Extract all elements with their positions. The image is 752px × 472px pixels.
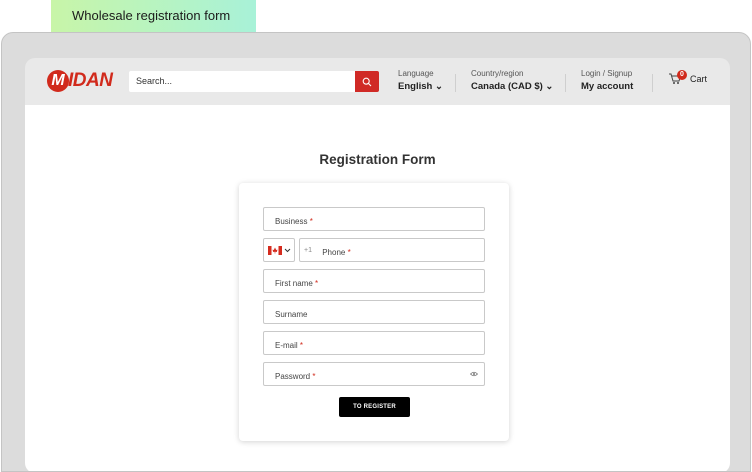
divider [565, 74, 566, 92]
register-button[interactable]: TO REGISTER [339, 397, 410, 417]
first-name-label: First name [275, 279, 313, 288]
email-field[interactable]: E-mail * [263, 331, 485, 355]
logo-mark: M [47, 70, 69, 92]
phone-country-code: +1 [304, 247, 312, 254]
browser-frame: M IDAN Search... Language English ⌄ Coun… [1, 32, 751, 472]
search-input[interactable]: Search... [129, 71, 356, 92]
language-value: English ⌄ [398, 81, 443, 92]
canada-flag-icon [268, 245, 282, 255]
password-label: Password [275, 372, 311, 381]
language-label: Language [398, 69, 434, 78]
chevron-down-icon [284, 248, 291, 252]
required-mark: * [299, 341, 304, 350]
account-value: My account [581, 81, 634, 92]
login-label: Login / Signup [581, 69, 633, 78]
eye-icon[interactable] [470, 371, 478, 377]
email-label: E-mail [275, 341, 298, 350]
phone-label: Phone [322, 248, 346, 257]
cart-count-badge: 0 [677, 70, 687, 80]
country-code-select[interactable] [263, 238, 295, 262]
surname-field[interactable]: Surname [263, 300, 485, 324]
cart-button[interactable]: 0 Cart [668, 70, 708, 84]
password-field[interactable]: Password * [263, 362, 485, 386]
page-content: Registration Form Business * +1 Phone * … [25, 105, 730, 471]
country-selector[interactable]: Country/region Canada (CAD $) ⌄ [471, 69, 553, 92]
business-field[interactable]: Business * [263, 207, 485, 231]
required-mark: * [315, 279, 319, 288]
required-mark: * [312, 372, 316, 381]
wholesale-form-tag: Wholesale registration form [51, 0, 256, 32]
search-button[interactable] [355, 71, 379, 92]
divider [455, 74, 456, 92]
brand-logo[interactable]: M IDAN [47, 69, 113, 93]
registration-card: Business * +1 Phone * First name * Surna… [239, 183, 509, 441]
page-title: Registration Form [319, 152, 436, 167]
account-link[interactable]: Login / Signup My account [581, 69, 633, 92]
country-value: Canada (CAD $) ⌄ [471, 81, 554, 92]
language-selector[interactable]: Language English ⌄ [398, 69, 443, 92]
surname-label: Surname [275, 310, 308, 319]
first-name-field[interactable]: First name * [263, 269, 485, 293]
cart-label: Cart [690, 74, 708, 84]
divider [652, 74, 653, 92]
logo-text: IDAN [68, 70, 113, 91]
business-label: Business [275, 217, 308, 226]
required-mark: * [309, 217, 313, 226]
phone-field[interactable]: +1 Phone * [299, 238, 485, 262]
site-header: M IDAN Search... Language English ⌄ Coun… [25, 58, 730, 105]
country-label: Country/region [471, 69, 524, 78]
search-icon [362, 77, 372, 86]
required-mark: * [347, 248, 351, 257]
